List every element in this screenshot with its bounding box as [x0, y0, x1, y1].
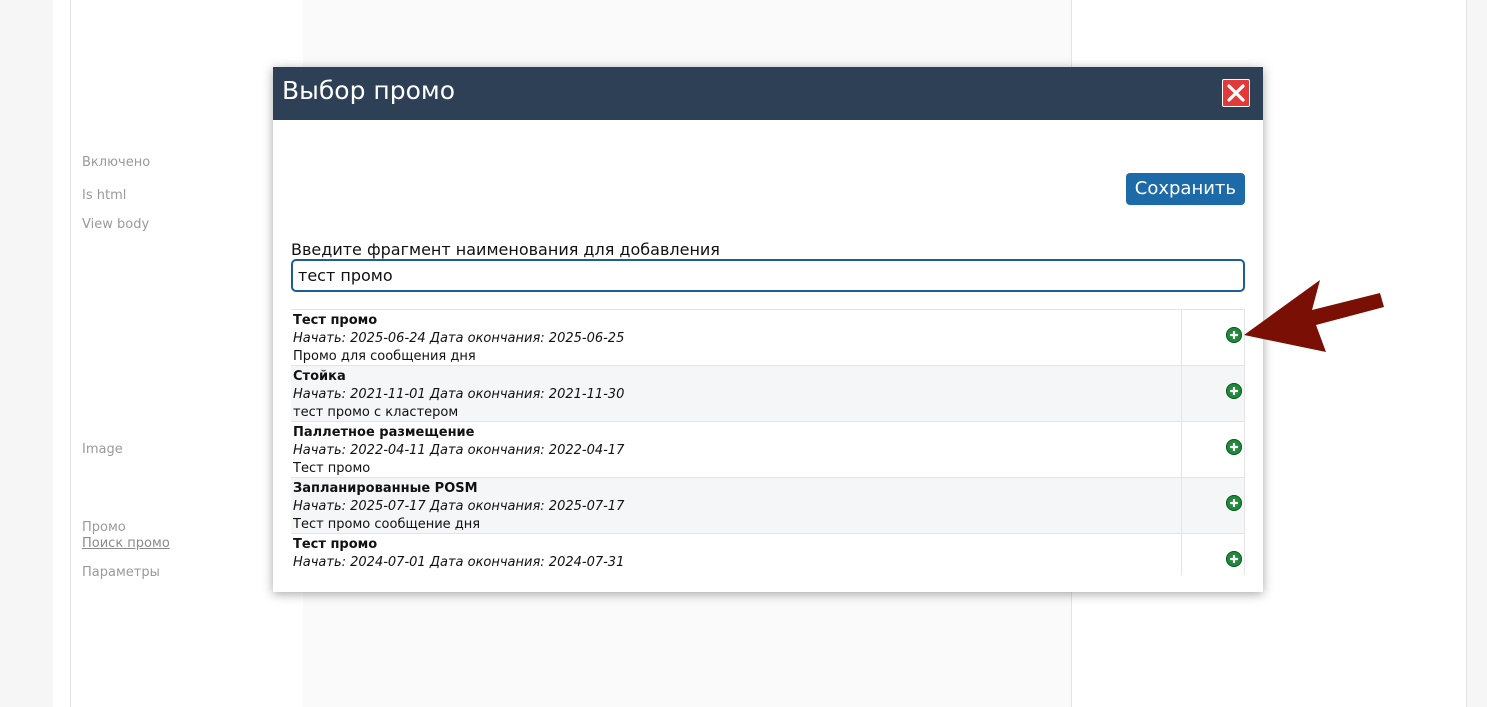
- label-image: Image: [82, 442, 123, 457]
- promo-select-dialog: Выбор промо Сохранить Введите фрагмент н…: [273, 67, 1263, 592]
- form-label-column: [70, 0, 304, 707]
- result-dates: Начать: 2022-04-11 Дата окончания: 2022-…: [293, 443, 625, 458]
- result-dates: Начать: 2025-06-24 Дата окончания: 2025-…: [293, 331, 625, 346]
- label-promo: Промо: [82, 520, 126, 535]
- close-button[interactable]: [1222, 79, 1250, 107]
- close-icon: [1227, 84, 1245, 102]
- result-action-cell: [1181, 478, 1245, 533]
- result-action-cell: [1181, 366, 1245, 421]
- label-params: Параметры: [82, 565, 160, 580]
- label-is-html: Is html: [82, 188, 127, 203]
- label-enabled: Включено: [82, 155, 151, 170]
- result-description: тест промо с кластером: [293, 405, 459, 420]
- add-icon[interactable]: [1226, 439, 1242, 455]
- result-row: Паллетное размещение Начать: 2022-04-11 …: [291, 422, 1245, 478]
- search-promo-link[interactable]: Поиск промо: [82, 536, 170, 551]
- annotation-arrow-icon: [1244, 280, 1384, 352]
- result-dates: Начать: 2024-07-01 Дата окончания: 2024-…: [293, 555, 625, 570]
- result-description: Промо для сообщения дня: [293, 349, 476, 364]
- result-row: Стойка Начать: 2021-11-01 Дата окончания…: [291, 366, 1245, 422]
- result-row: Тест промо Начать: 2024-07-01 Дата оконч…: [291, 534, 1245, 575]
- result-description: Тест промо: [293, 461, 371, 476]
- result-row: Тест промо Начать: 2025-06-24 Дата оконч…: [291, 310, 1245, 366]
- result-description: Тест промо сообщение дня: [293, 517, 481, 532]
- result-name: Паллетное размещение: [293, 425, 475, 440]
- dialog-header: Выбор промо: [273, 67, 1263, 120]
- results-list: Тест промо Начать: 2025-06-24 Дата оконч…: [291, 309, 1245, 575]
- result-dates: Начать: 2021-11-01 Дата окончания: 2021-…: [293, 387, 625, 402]
- result-action-cell: [1181, 422, 1245, 477]
- result-row: Запланированные POSM Начать: 2025-07-17 …: [291, 478, 1245, 534]
- result-name: Тест промо: [293, 313, 378, 328]
- add-icon[interactable]: [1226, 551, 1242, 567]
- result-dates: Начать: 2025-07-17 Дата окончания: 2025-…: [293, 499, 625, 514]
- result-name: Стойка: [293, 369, 346, 384]
- dialog-title: Выбор промо: [282, 76, 456, 105]
- save-button[interactable]: Сохранить: [1125, 173, 1245, 205]
- search-input-label: Введите фрагмент наименования для добавл…: [291, 240, 720, 259]
- result-name: Тест промо: [293, 537, 378, 552]
- search-input[interactable]: [291, 259, 1245, 292]
- result-name: Запланированные POSM: [293, 481, 478, 496]
- add-icon[interactable]: [1226, 383, 1242, 399]
- result-action-cell: [1181, 534, 1245, 575]
- add-icon[interactable]: [1226, 495, 1242, 511]
- label-view-body: View body: [82, 217, 150, 232]
